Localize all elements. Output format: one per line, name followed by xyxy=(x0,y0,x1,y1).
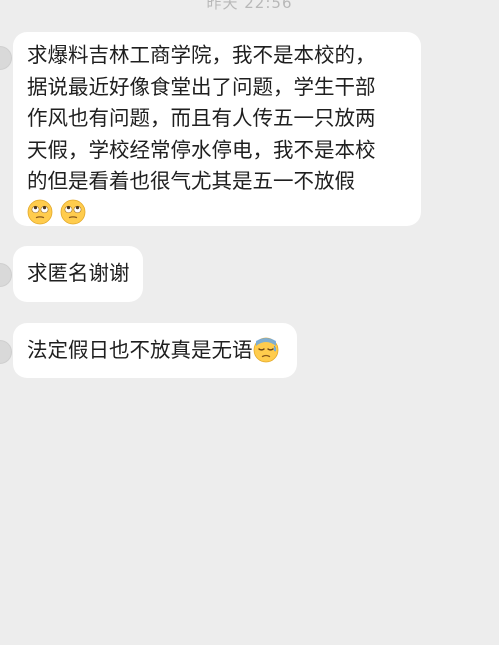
chat-screen: 昨天 22:56 求爆料吉林工商学院，我不是本校的， 据说最近好像食堂出了问题，… xyxy=(0,0,499,645)
message-line: 据说最近好像食堂出了问题，学生干部 xyxy=(27,74,376,99)
message-line: 求爆料吉林工商学院，我不是本校的， xyxy=(27,43,376,67)
message-bubble[interactable]: 求匿名谢谢 xyxy=(13,246,143,302)
eye-roll-emoji-icon xyxy=(27,199,53,225)
message-bubble[interactable]: 法定假日也不放真是无语 xyxy=(13,323,297,378)
message-line: 求匿名谢谢 xyxy=(27,261,130,285)
message-line: 的但是看着也很气尤其是五一不放假 xyxy=(27,169,355,193)
eye-roll-emoji-icon xyxy=(60,199,85,225)
emoji-row xyxy=(27,198,407,230)
message-line: 天假，学校经常停水停电，我不是本校 xyxy=(27,137,376,162)
message-line: 作风也有问题，而且有人传五一只放两 xyxy=(27,106,376,130)
sender-avatar[interactable] xyxy=(0,263,12,287)
timestamp: 昨天 22:56 xyxy=(206,0,293,12)
message-bubble[interactable]: 求爆料吉林工商学院，我不是本校的， 据说最近好像食堂出了问题，学生干部 作风也有… xyxy=(13,32,421,226)
message-line: 法定假日也不放真是无语 xyxy=(27,335,279,367)
sender-avatar[interactable] xyxy=(0,46,12,70)
sender-avatar[interactable] xyxy=(0,340,12,364)
message-text: 法定假日也不放真是无语 xyxy=(27,338,253,362)
downcast-sweat-emoji-icon xyxy=(253,337,278,362)
